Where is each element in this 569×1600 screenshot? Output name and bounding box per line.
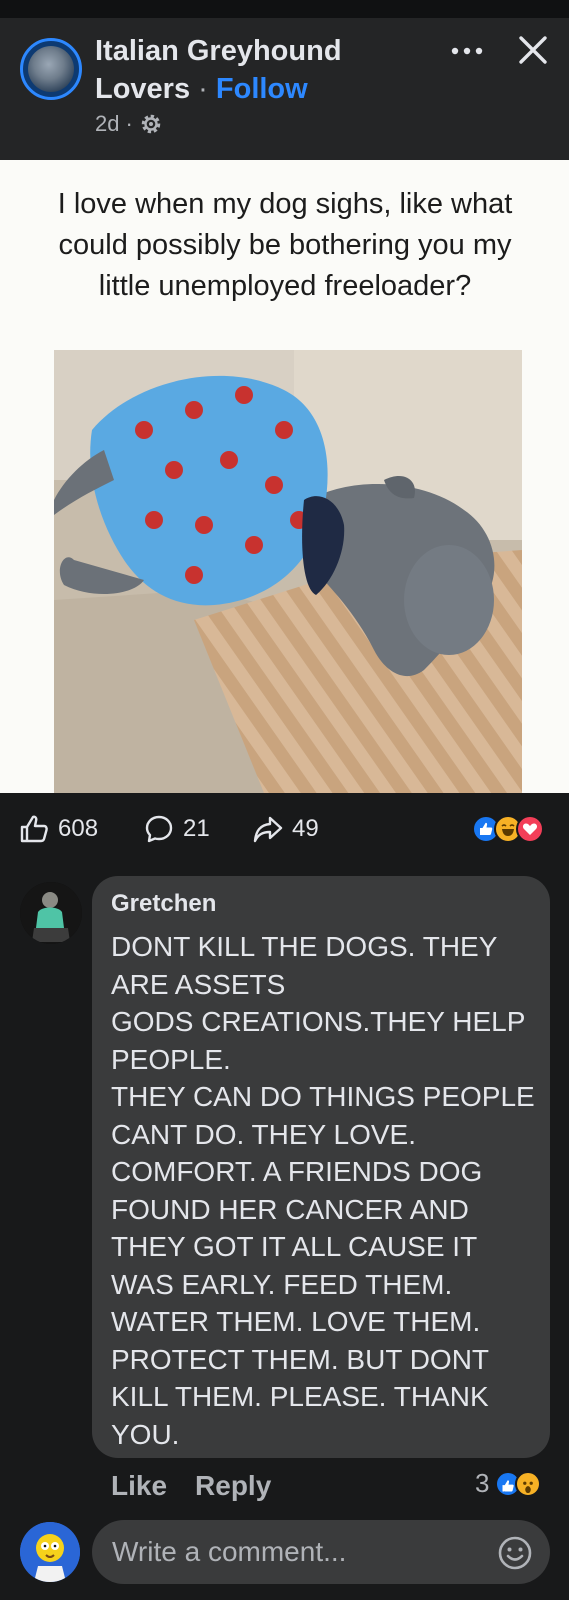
emoji-icon <box>498 1536 532 1570</box>
greyhound-avatar-image <box>28 46 74 92</box>
commenter-name[interactable]: Gretchen <box>111 890 216 918</box>
close-icon <box>519 36 547 64</box>
post-time[interactable]: 2d <box>95 111 119 137</box>
comment-count: 21 <box>183 815 210 842</box>
comment-reaction-count: 3 <box>475 1468 490 1498</box>
current-user-avatar[interactable] <box>20 1522 80 1582</box>
commenter-avatar[interactable] <box>20 882 82 944</box>
gear-icon <box>141 114 161 134</box>
more-dots-icon <box>451 47 483 55</box>
status-strip <box>0 0 569 18</box>
reaction-summary[interactable] <box>472 815 552 843</box>
post-title: Italian Greyhound Lovers · Follow <box>95 32 425 108</box>
dog-on-couch-illustration <box>54 350 522 793</box>
comment-text: DONT KILL THE DOGS. THEY ARE ASSETS GODS… <box>111 931 535 1450</box>
close-button[interactable] <box>515 32 551 68</box>
comment-input[interactable] <box>92 1520 550 1584</box>
thumbs-up-icon <box>20 815 48 843</box>
like-action[interactable]: 608 <box>18 813 98 845</box>
share-action[interactable]: 49 <box>252 813 319 845</box>
more-options-button[interactable] <box>447 40 487 60</box>
love-reaction-icon <box>516 815 544 843</box>
comment-bubble-icon <box>145 815 173 843</box>
post-actions: 608 21 49 <box>0 793 569 865</box>
wow-reaction-icon <box>515 1470 542 1497</box>
post-image[interactable]: I love when my dog sighs, like what coul… <box>0 160 569 793</box>
post-header: Italian Greyhound Lovers · Follow 2d · <box>0 18 569 160</box>
comment-bubble: Gretchen DONT KILL THE DOGS. THEY ARE AS… <box>92 876 550 1458</box>
emoji-button[interactable] <box>497 1535 533 1571</box>
dog-photo <box>54 350 522 793</box>
comment-reaction-summary[interactable]: 3 <box>475 1468 542 1499</box>
post-meta: 2d · <box>95 111 163 137</box>
like-count: 608 <box>58 815 99 842</box>
meta-separator: · <box>125 111 133 136</box>
cartoon-avatar-image <box>20 1522 80 1582</box>
meme-caption: I love when my dog sighs, like what coul… <box>57 188 513 302</box>
comment-reply-button[interactable]: Reply <box>195 1470 271 1502</box>
share-count: 49 <box>292 815 319 842</box>
title-separator: · <box>190 73 216 105</box>
comment-action[interactable]: 21 <box>143 813 210 845</box>
follow-button[interactable]: Follow <box>216 73 308 105</box>
commenter-avatar-image <box>20 882 82 944</box>
group-avatar[interactable] <box>20 38 82 100</box>
comment-actions: Like Reply <box>111 1470 271 1502</box>
share-arrow-icon <box>253 816 283 843</box>
comment-like-button[interactable]: Like <box>111 1470 167 1502</box>
